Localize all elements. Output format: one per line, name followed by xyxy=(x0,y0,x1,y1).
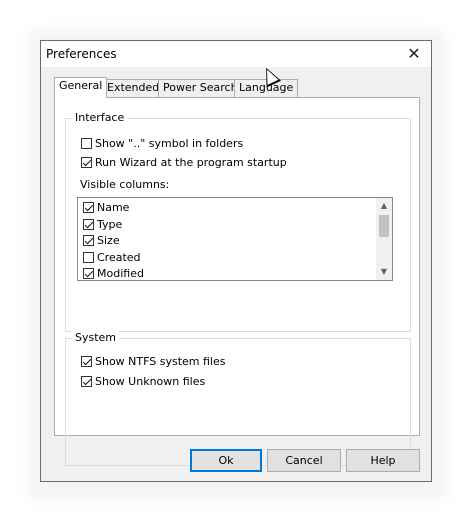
cancel-button[interactable]: Cancel xyxy=(267,449,341,472)
system-group-label: System xyxy=(72,331,120,344)
show-unknown-checkbox[interactable]: Show Unknown files xyxy=(81,375,205,391)
window-title: Preferences xyxy=(46,47,117,61)
column-name-check-icon[interactable] xyxy=(83,201,94,213)
scroll-up-icon[interactable]: ▲ xyxy=(376,198,392,214)
show-unknown-label: Show Unknown files xyxy=(95,375,206,388)
column-modified-check-icon[interactable] xyxy=(83,267,94,279)
system-group: System Show NTFS system files Show Unkno… xyxy=(65,331,411,466)
preferences-dialog: Preferences ✕ General Extended Power Sea… xyxy=(40,40,432,482)
show-unknown-check-icon[interactable] xyxy=(81,375,92,387)
general-tab-page: Interface Show ".." symbol in folders Ru… xyxy=(54,97,420,466)
interface-group: Interface Show ".." symbol in folders Ru… xyxy=(65,111,411,332)
column-item-modified[interactable]: Modified xyxy=(83,267,144,280)
tab-extended[interactable]: Extended xyxy=(102,79,165,97)
ok-button[interactable]: Ok xyxy=(190,449,262,472)
column-created-check-icon[interactable] xyxy=(83,251,94,263)
title-bar[interactable]: Preferences ✕ xyxy=(41,41,431,67)
run-wizard-label: Run Wizard at the program startup xyxy=(95,156,287,169)
column-size-check-icon[interactable] xyxy=(83,234,94,246)
column-name-label: Name xyxy=(97,201,130,214)
scroll-thumb[interactable] xyxy=(379,215,389,237)
tab-general[interactable]: General xyxy=(54,77,108,98)
visible-columns-list[interactable]: Name Type Size Created Modified ▲ ▼ xyxy=(77,197,393,281)
show-dots-label: Show ".." symbol in folders xyxy=(95,137,244,150)
column-size-label: Size xyxy=(97,234,120,247)
tab-power-search[interactable]: Power Search xyxy=(158,79,243,97)
columns-scrollbar[interactable]: ▲ ▼ xyxy=(376,198,392,280)
column-item-type[interactable]: Type xyxy=(83,218,122,234)
column-created-label: Created xyxy=(97,251,141,264)
column-modified-label: Modified xyxy=(97,267,144,280)
visible-columns-label: Visible columns: xyxy=(80,178,170,191)
run-wizard-checkbox[interactable]: Run Wizard at the program startup xyxy=(81,156,287,172)
show-dots-checkbox[interactable]: Show ".." symbol in folders xyxy=(81,137,243,153)
column-item-created[interactable]: Created xyxy=(83,251,141,267)
scroll-down-icon[interactable]: ▼ xyxy=(376,264,392,280)
column-type-label: Type xyxy=(97,218,123,231)
run-wizard-check-icon[interactable] xyxy=(81,156,92,168)
show-ntfs-label: Show NTFS system files xyxy=(95,355,226,368)
column-type-check-icon[interactable] xyxy=(83,218,94,230)
show-ntfs-check-icon[interactable] xyxy=(81,355,92,367)
help-button[interactable]: Help xyxy=(346,449,420,472)
interface-group-label: Interface xyxy=(72,111,128,124)
column-item-name[interactable]: Name xyxy=(83,201,129,217)
show-dots-check-icon[interactable] xyxy=(81,137,92,149)
close-icon[interactable]: ✕ xyxy=(401,42,427,66)
show-ntfs-checkbox[interactable]: Show NTFS system files xyxy=(81,355,226,371)
column-item-size[interactable]: Size xyxy=(83,234,120,250)
